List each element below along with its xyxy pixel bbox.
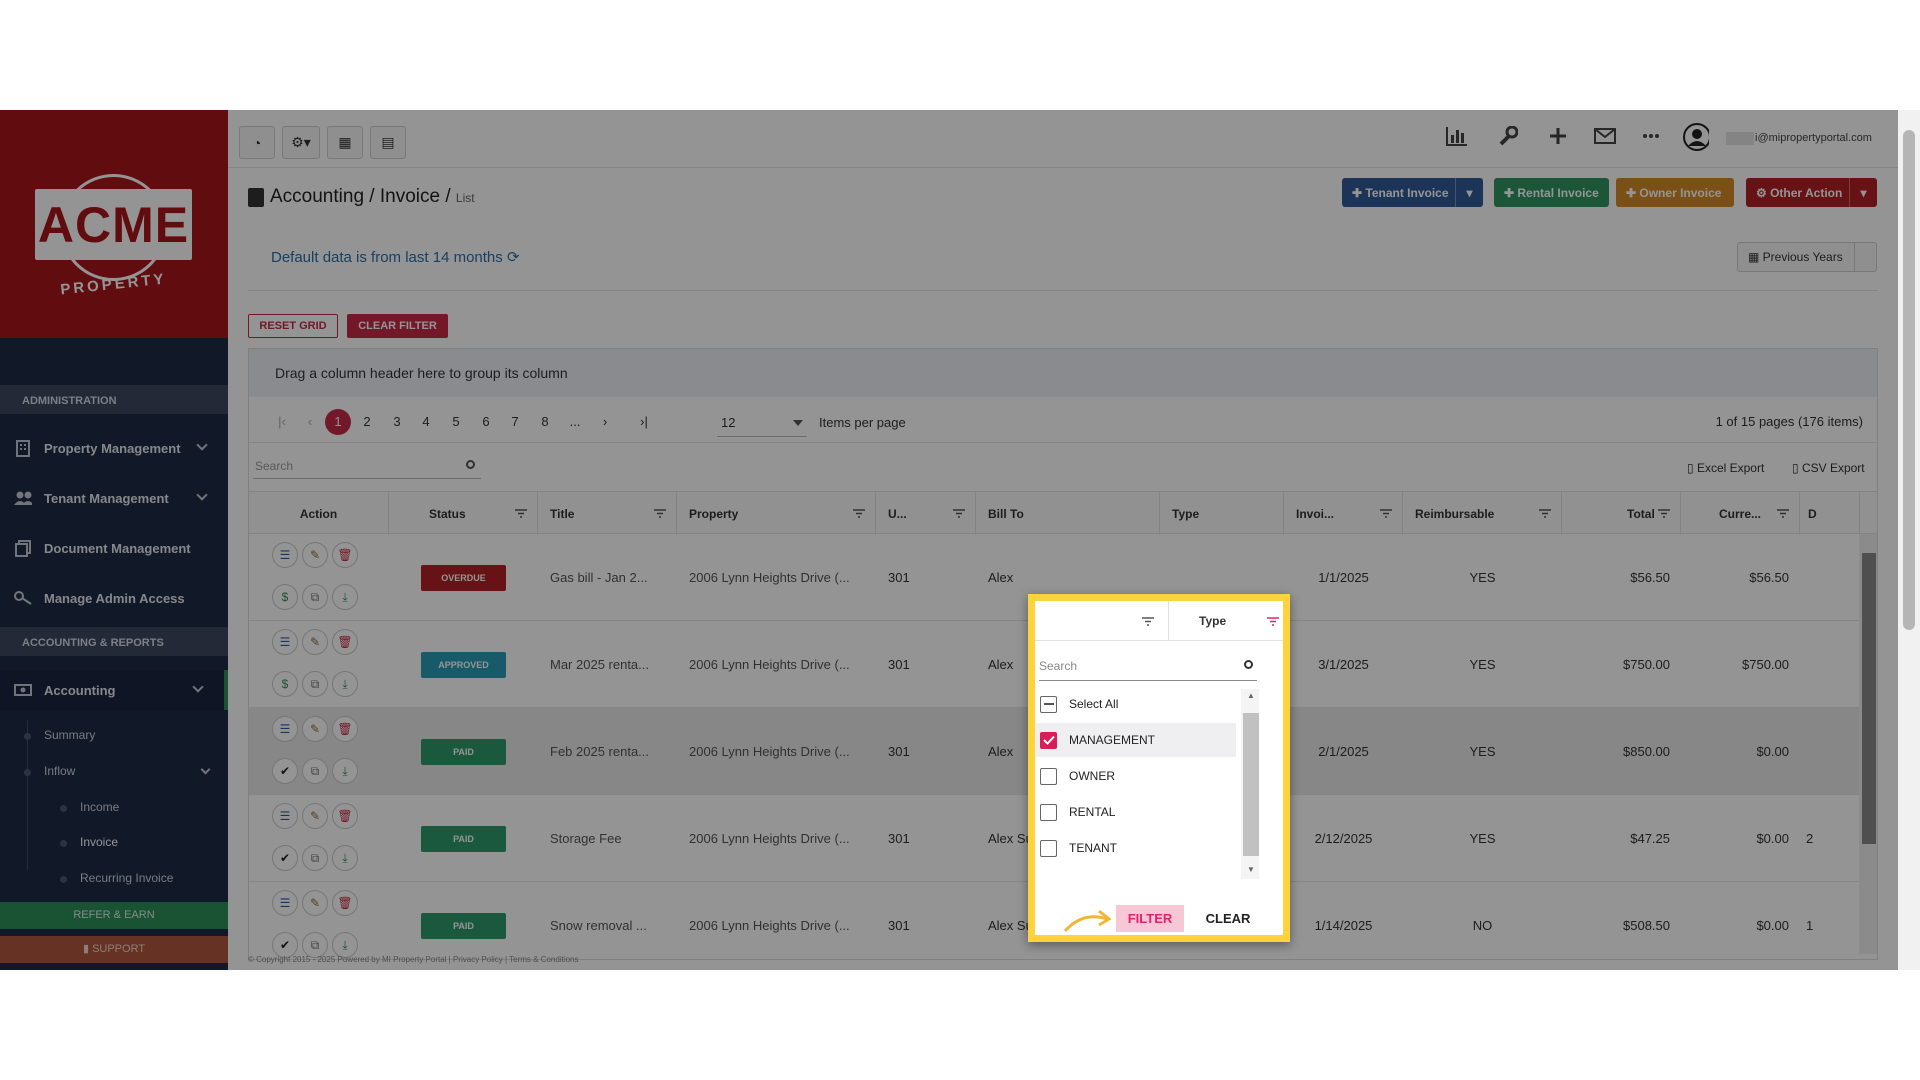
filter-option-label: MANAGEMENT (1069, 733, 1156, 747)
app-screenshot: ACME PROPERTY ADMINISTRATION Property Ma… (0, 110, 1920, 970)
checkbox[interactable] (1040, 767, 1057, 785)
filter-option[interactable]: RENTAL (1036, 795, 1236, 829)
filter-option-label: OWNER (1069, 769, 1115, 783)
checkbox[interactable] (1040, 839, 1057, 857)
checkbox[interactable] (1040, 803, 1057, 821)
type-filter-popup: Type Search Select All MANAGEMENT OWNER REN… (1028, 594, 1290, 942)
scroll-down-icon[interactable]: ▼ (1247, 865, 1255, 874)
page-scrollbar-thumb[interactable] (1903, 130, 1915, 630)
popup-type-header: Type (1199, 614, 1227, 628)
filter-search-placeholder: Search (1039, 659, 1078, 673)
search-icon (1244, 660, 1253, 669)
filter-option[interactable]: Select All (1036, 689, 1236, 721)
filter-option[interactable]: TENANT (NSF) (1036, 867, 1236, 875)
filter-option[interactable]: MANAGEMENT (1036, 723, 1236, 757)
scroll-up-icon[interactable]: ▲ (1247, 691, 1255, 700)
filter-option-label: RENTAL (1069, 805, 1116, 819)
clear-button[interactable]: CLEAR (1202, 905, 1254, 932)
modal-overlay (0, 110, 1920, 970)
filter-option[interactable]: TENANT (1036, 831, 1236, 865)
active-filter-icon[interactable] (1267, 617, 1279, 626)
filter-button[interactable]: FILTER (1116, 905, 1184, 932)
filter-list-scrollbar-thumb[interactable] (1243, 713, 1259, 856)
popup-header: Type (1035, 601, 1283, 641)
checkbox[interactable] (1040, 695, 1057, 713)
pointer-arrow-icon (1063, 909, 1112, 933)
popup-header-left (1035, 601, 1169, 641)
filter-option[interactable]: OWNER (1036, 759, 1236, 793)
filter-search-input[interactable]: Search (1039, 653, 1257, 681)
filter-icon[interactable] (1142, 617, 1154, 626)
checkbox[interactable] (1040, 731, 1057, 749)
filter-options-list: Select All MANAGEMENT OWNER RENTAL TENANT TEN… (1036, 689, 1236, 875)
filter-option-label: Select All (1069, 697, 1119, 711)
filter-option-label: TENANT (1069, 841, 1117, 855)
